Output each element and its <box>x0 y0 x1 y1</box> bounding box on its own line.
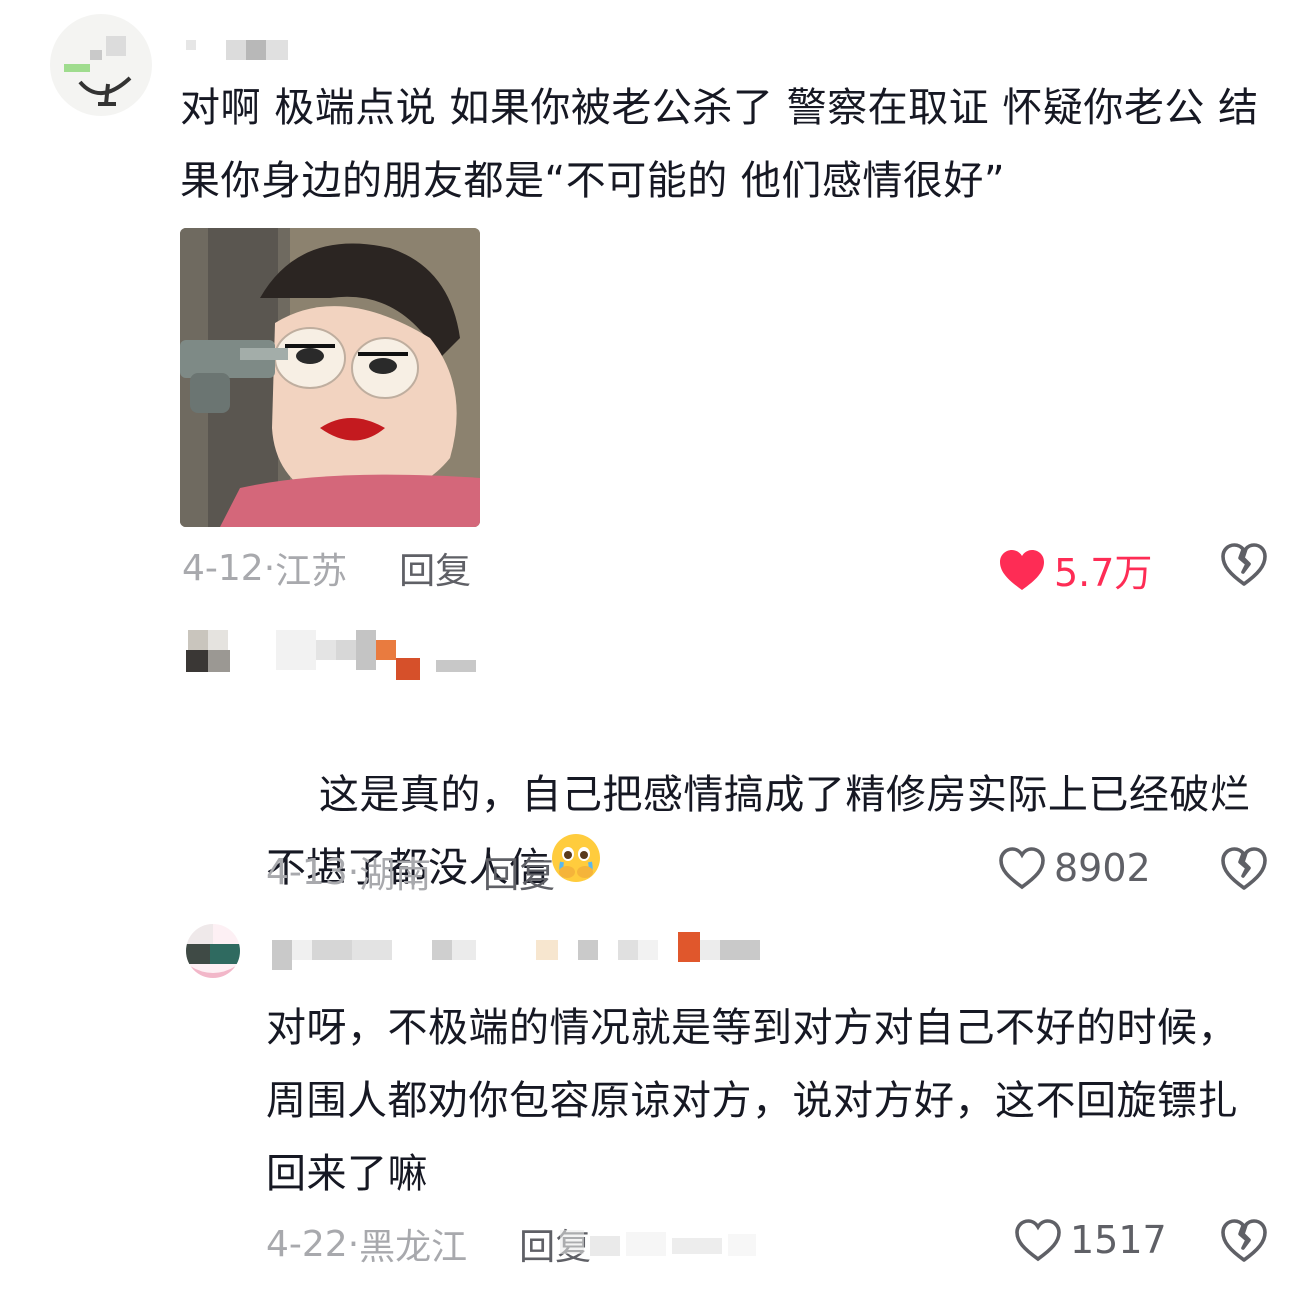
comment-item: 对啊 极端点说 如果你被老公杀了 警察在取证 怀疑你老公 结果你身边的朋友都是“… <box>0 0 1313 600</box>
comment-meta: 4-13 · 湖南 回复 <box>266 846 555 898</box>
dislike-button[interactable] <box>1220 542 1268 592</box>
comment-date: 4-22 <box>266 1223 348 1265</box>
like-button[interactable]: 5.7万 <box>998 542 1152 597</box>
comment-location: 黑龙江 <box>359 1227 468 1268</box>
avatar[interactable] <box>186 924 240 978</box>
username-redacted[interactable] <box>276 630 476 680</box>
like-button[interactable]: 8902 <box>998 846 1151 890</box>
comment-date: 4-12 <box>182 547 264 589</box>
sticker-image[interactable] <box>180 228 480 527</box>
comment-item: 这是真的，自己把感情搞成了精修房实际上已经破烂不堪了都没人信 4-13 · 湖南… <box>0 620 1313 900</box>
like-count: 8902 <box>1054 846 1151 890</box>
crying-face-emoji <box>550 832 602 908</box>
comment-text: 对呀，不极端的情况就是等到对方对自己不好的时候，周围人都劝你包容原谅对方，说对方… <box>266 1005 1238 1197</box>
comment-meta: 4-12 · 江苏 回复 <box>182 542 471 594</box>
dislike-button[interactable] <box>1220 846 1268 896</box>
reply-button[interactable]: 回复 <box>483 846 555 898</box>
like-count: 1517 <box>1070 1218 1167 1262</box>
heart-outline-icon <box>1015 1219 1061 1262</box>
comment-text: 对啊 极端点说 如果你被老公杀了 警察在取证 怀疑你老公 结果你身边的朋友都是“… <box>180 85 1259 204</box>
comment-location: 江苏 <box>275 551 348 592</box>
broken-heart-icon <box>1221 543 1267 586</box>
username-redacted[interactable] <box>186 22 288 60</box>
comment-meta: 4-22 · 黑龙江 回复 <box>266 1218 591 1270</box>
like-count: 5.7万 <box>1054 551 1153 595</box>
comment-date: 4-13 <box>266 851 348 893</box>
comment-location: 湖南 <box>359 855 432 896</box>
avatar[interactable] <box>50 14 152 116</box>
like-button[interactable]: 1517 <box>1014 1218 1167 1262</box>
reply-button[interactable]: 回复 <box>399 542 471 594</box>
watermark <box>560 1226 760 1266</box>
broken-heart-icon <box>1221 1219 1267 1262</box>
dislike-button[interactable] <box>1220 1218 1268 1268</box>
username-redacted[interactable] <box>272 932 760 970</box>
heart-outline-icon <box>999 847 1045 890</box>
avatar[interactable] <box>186 628 232 674</box>
heart-filled-icon <box>1000 549 1044 590</box>
broken-heart-icon <box>1221 847 1267 890</box>
